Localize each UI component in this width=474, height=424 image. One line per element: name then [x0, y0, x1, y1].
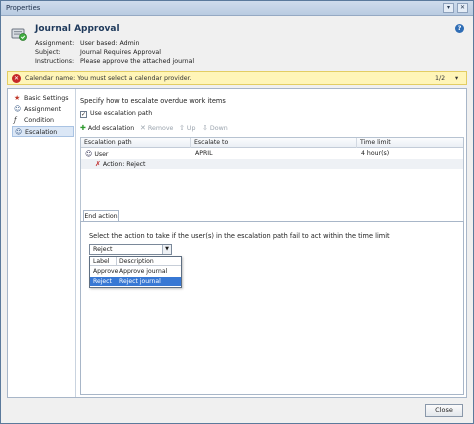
escalation-icon: ☺ — [15, 128, 23, 136]
assignment-row: Assignment: User based: Admin — [35, 40, 140, 47]
column-header-escalation-path[interactable]: Escalation path — [81, 138, 191, 148]
nav-item-basic-settings[interactable]: ★ Basic Settings — [12, 93, 74, 104]
assignment-value: User based: Admin — [80, 40, 140, 47]
warning-page-counter: 1/2 — [435, 75, 446, 82]
dropdown-option-reject[interactable]: Reject Reject journal — [90, 277, 181, 286]
users-icon: ☺ — [14, 105, 22, 113]
arrow-down-icon: ⇩ — [202, 124, 208, 132]
remove-icon: ✕ — [140, 124, 146, 132]
window-close-button[interactable]: ✕ — [457, 3, 468, 13]
column-header-time-limit[interactable]: Time limit — [357, 138, 463, 148]
dropdown-column-label: Label — [93, 258, 110, 265]
title-bar: Properties ▾ ✕ — [1, 1, 473, 16]
escalation-path-cell: ✗ Action: Reject — [95, 159, 146, 169]
nav-item-escalation[interactable]: ☺ Escalation — [12, 126, 74, 137]
properties-content: ★ Basic Settings ☺ Assignment ƒ Conditio… — [7, 88, 467, 398]
table-row[interactable]: ✗ Action: Reject — [81, 159, 463, 169]
use-escalation-path-label: Use escalation path — [90, 110, 153, 117]
assignment-label: Assignment: — [35, 40, 75, 47]
plus-icon: ✚ — [80, 124, 86, 132]
window-menu-button[interactable]: ▾ — [443, 3, 454, 13]
end-action-select[interactable]: Reject ▼ — [89, 244, 172, 255]
function-icon: ƒ — [14, 116, 17, 124]
nav-item-label: Assignment — [24, 106, 62, 113]
arrow-up-icon: ⇧ — [179, 124, 185, 132]
end-action-selected-value: Reject — [93, 246, 113, 253]
help-icon[interactable]: ? — [455, 24, 464, 33]
escalation-path-cell: ☺ User — [85, 149, 108, 159]
dropdown-option-approve[interactable]: Approve Approve journal — [90, 267, 181, 276]
nav-item-label: Basic Settings — [24, 95, 69, 102]
move-up-label: Up — [186, 125, 196, 132]
remove-button[interactable]: ✕ Remove — [140, 123, 173, 134]
work-item-header: Journal Approval Assignment: User based: … — [1, 17, 473, 70]
nav-item-assignment[interactable]: ☺ Assignment — [12, 104, 74, 115]
nav-item-label: Condition — [24, 117, 55, 124]
use-escalation-path-checkbox[interactable]: ✓ Use escalation path — [80, 110, 152, 118]
escalation-path-text: User — [94, 151, 109, 158]
dropdown-header: Label Description — [90, 257, 181, 266]
window-title: Properties — [6, 4, 41, 12]
move-up-button[interactable]: ⇧ Up — [179, 123, 195, 134]
settings-nav: ★ Basic Settings ☺ Assignment ƒ Conditio… — [8, 89, 76, 397]
close-button[interactable]: Close — [425, 404, 463, 417]
option-label: Approve — [93, 268, 119, 275]
option-description: Approve journal — [119, 268, 168, 275]
error-icon: ✕ — [12, 74, 21, 83]
nav-item-label: Escalation — [25, 129, 58, 136]
grid-header: Escalation path Escalate to Time limit — [81, 138, 463, 148]
end-action-tab-body: Select the action to take if the user(s)… — [80, 221, 464, 395]
escalation-path-text: Action: Reject — [102, 161, 146, 168]
chevron-down-icon[interactable]: ▼ — [162, 245, 171, 254]
subject-label: Subject: — [35, 49, 61, 56]
time-limit-cell: 4 hour(s) — [361, 150, 390, 157]
table-row[interactable]: ☺ User APRIL 4 hour(s) — [81, 149, 463, 159]
user-icon: ☺ — [85, 150, 93, 158]
properties-window: Properties ▾ ✕ Journal Approval Assignme… — [0, 0, 474, 424]
move-down-button[interactable]: ⇩ Down — [202, 123, 228, 134]
warning-message: Calendar name: You must select a calenda… — [25, 75, 192, 82]
remove-label: Remove — [147, 125, 174, 132]
approval-workitem-icon — [11, 28, 27, 41]
end-action-dropdown-list: Label Description Approve Approve journa… — [89, 256, 182, 288]
warning-next-button[interactable]: ▾ — [455, 75, 458, 82]
escalate-to-cell: APRIL — [195, 150, 213, 157]
star-icon: ★ — [14, 94, 21, 102]
nav-item-condition[interactable]: ƒ Condition — [12, 115, 74, 126]
validation-warning-bar: ✕ Calendar name: You must select a calen… — [7, 71, 467, 85]
option-label: Reject — [93, 278, 112, 285]
option-description: Reject journal — [119, 278, 161, 285]
add-escalation-label: Add escalation — [87, 125, 135, 132]
work-item-title: Journal Approval — [35, 24, 120, 34]
escalation-instruction: Specify how to escalate overdue work ite… — [80, 97, 226, 105]
column-header-escalate-to[interactable]: Escalate to — [191, 138, 357, 148]
end-action-instruction: Select the action to take if the user(s)… — [89, 232, 390, 240]
move-down-label: Down — [209, 125, 228, 132]
add-escalation-button[interactable]: ✚ Add escalation — [80, 123, 134, 134]
instructions-label: Instructions: — [35, 58, 75, 65]
subject-row: Subject: Journal Requires Approval — [35, 49, 161, 56]
instructions-value: Please approve the attached journal — [80, 58, 195, 65]
dropdown-column-description: Description — [116, 257, 154, 266]
subject-value: Journal Requires Approval — [80, 49, 162, 56]
reject-action-icon: ✗ — [95, 160, 101, 168]
instructions-row: Instructions: Please approve the attached… — [35, 58, 194, 65]
end-action-panel: End action Select the action to take if … — [80, 210, 464, 395]
checkbox-box[interactable]: ✓ — [80, 111, 87, 118]
escalation-panel: Specify how to escalate overdue work ite… — [77, 89, 466, 397]
